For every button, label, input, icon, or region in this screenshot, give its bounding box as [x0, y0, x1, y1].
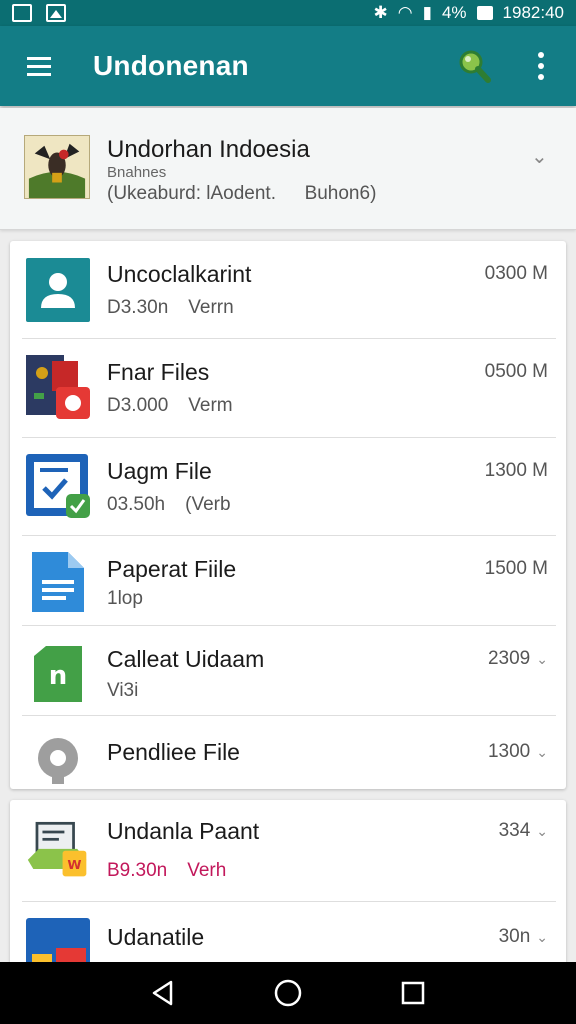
file-date: D3.30n	[107, 297, 169, 318]
status-bar: ✱ ◠ ▮ 4% 1982:40	[0, 0, 576, 26]
file-row[interactable]: Uagm File 03.50h (Verb 1300 M	[10, 438, 566, 536]
file-tag: Verm	[188, 395, 233, 416]
clock: 1982:40	[502, 3, 564, 22]
file-name: Uncoclalkarint	[107, 261, 252, 287]
folder-detail: (Ukeaburd: lAodent. Buhon6)	[107, 183, 376, 205]
file-row[interactable]: Pendliee File 1300 ⌄	[10, 716, 566, 789]
signal-icon: ▮	[422, 3, 432, 22]
file-meta: D3.30n Verrn	[107, 297, 234, 319]
file-meta: Vi3i	[107, 680, 138, 702]
file-tag: Verrn	[188, 297, 234, 318]
chevron-down-icon[interactable]: ⌄	[536, 744, 548, 760]
file-size: 1500 M	[484, 558, 548, 579]
file-name: Fnar Files	[107, 359, 210, 385]
hamburger-menu-icon[interactable]	[0, 26, 78, 106]
chevron-down-icon[interactable]: ⌄	[536, 651, 548, 667]
red-app-icon	[26, 355, 90, 419]
svg-text:n: n	[49, 661, 68, 691]
navigation-bar	[0, 962, 576, 1024]
chevron-down-icon[interactable]: ⌄	[536, 929, 548, 945]
garuda-logo-icon	[24, 135, 90, 199]
home-icon[interactable]	[268, 973, 308, 1013]
file-date: D3.000	[107, 395, 169, 416]
image-notification-icon	[46, 4, 66, 22]
file-row[interactable]: W Undanla Paant B9.30n Verh 334 ⌄	[10, 800, 566, 902]
file-list-card: W Undanla Paant B9.30n Verh 334 ⌄ Udanatil…	[10, 800, 566, 970]
file-size: 0300 M	[484, 263, 548, 284]
file-date: 03.50h	[107, 494, 166, 515]
person-icon	[26, 258, 90, 322]
chevron-down-icon[interactable]: ⌄	[531, 144, 548, 169]
file-size: 334 ⌄	[499, 820, 548, 842]
app-bar: Undonenan	[0, 26, 576, 106]
file-name: Undanla Paant	[107, 818, 260, 844]
folder-title: Undorhan Indoesia	[107, 136, 310, 163]
back-icon[interactable]	[143, 973, 183, 1013]
file-name: Uagm File	[107, 458, 212, 484]
file-size: 30n ⌄	[499, 926, 548, 948]
file-size-value: 1300	[487, 741, 531, 762]
file-name: Calleat Uidaam	[107, 646, 265, 672]
file-row[interactable]: Paperat Fiile 1lop 1500 M	[10, 536, 566, 626]
bluetooth-icon: ✱	[373, 3, 388, 22]
file-size: 1300 M	[484, 460, 548, 481]
file-tag: (Verb	[185, 494, 231, 515]
folder-detail-right: Buhon6)	[304, 183, 377, 204]
file-meta: B9.30n Verh	[107, 860, 226, 882]
file-row[interactable]: n Calleat Uidaam Vi3i 2309 ⌄	[10, 626, 566, 716]
folder-header[interactable]: Undorhan Indoesia Bnahnes (Ukeaburd: lAo…	[0, 108, 576, 230]
file-date: B9.30n	[107, 860, 168, 881]
file-row[interactable]: Fnar Files D3.000 Verm 0500 M	[10, 339, 566, 438]
battery-icon	[476, 6, 493, 20]
file-row[interactable]: Udanatile 30n ⌄	[10, 902, 566, 970]
file-size-value: 30n	[498, 926, 531, 947]
svg-text:W: W	[67, 858, 81, 873]
battery-percent: 4%	[441, 3, 467, 22]
chevron-down-icon[interactable]: ⌄	[536, 823, 548, 839]
file-list-card: Uncoclalkarint D3.30n Verrn 0300 M Fnar F…	[10, 241, 566, 789]
n-icon: n	[34, 646, 82, 702]
recents-icon[interactable]	[393, 973, 433, 1013]
file-meta: D3.000 Verm	[107, 395, 233, 417]
file-size-value: 2309	[487, 648, 531, 669]
file-name: Pendliee File	[107, 739, 240, 765]
search-icon[interactable]	[456, 48, 492, 84]
app-title: Undonenan	[93, 50, 249, 81]
check-doc-icon	[26, 454, 90, 518]
laptop-icon: W	[27, 821, 87, 877]
file-meta: 03.50h (Verb	[107, 494, 231, 516]
file-name: Udanatile	[107, 924, 205, 950]
file-meta: 1lop	[107, 588, 143, 610]
folder-detail-left: (Ukeaburd: lAodent.	[107, 183, 276, 204]
record-icon	[38, 738, 78, 784]
more-options-icon[interactable]	[526, 48, 556, 84]
file-size-value: 334	[498, 820, 531, 841]
screenshot-notification-icon	[12, 4, 32, 22]
file-size: 1300 ⌄	[488, 741, 548, 763]
file-row[interactable]: Uncoclalkarint D3.30n Verrn 0300 M	[10, 241, 566, 339]
doc-icon	[32, 552, 84, 612]
file-size: 2309 ⌄	[488, 648, 548, 670]
folder-subtitle: Bnahnes	[107, 164, 167, 181]
wifi-icon: ◠	[397, 3, 413, 22]
file-tag: Verh	[187, 860, 227, 881]
file-date: Vi3i	[107, 680, 139, 701]
file-name: Paperat Fiile	[107, 556, 237, 582]
file-date: 1lop	[107, 588, 143, 609]
file-size: 0500 M	[484, 361, 548, 382]
